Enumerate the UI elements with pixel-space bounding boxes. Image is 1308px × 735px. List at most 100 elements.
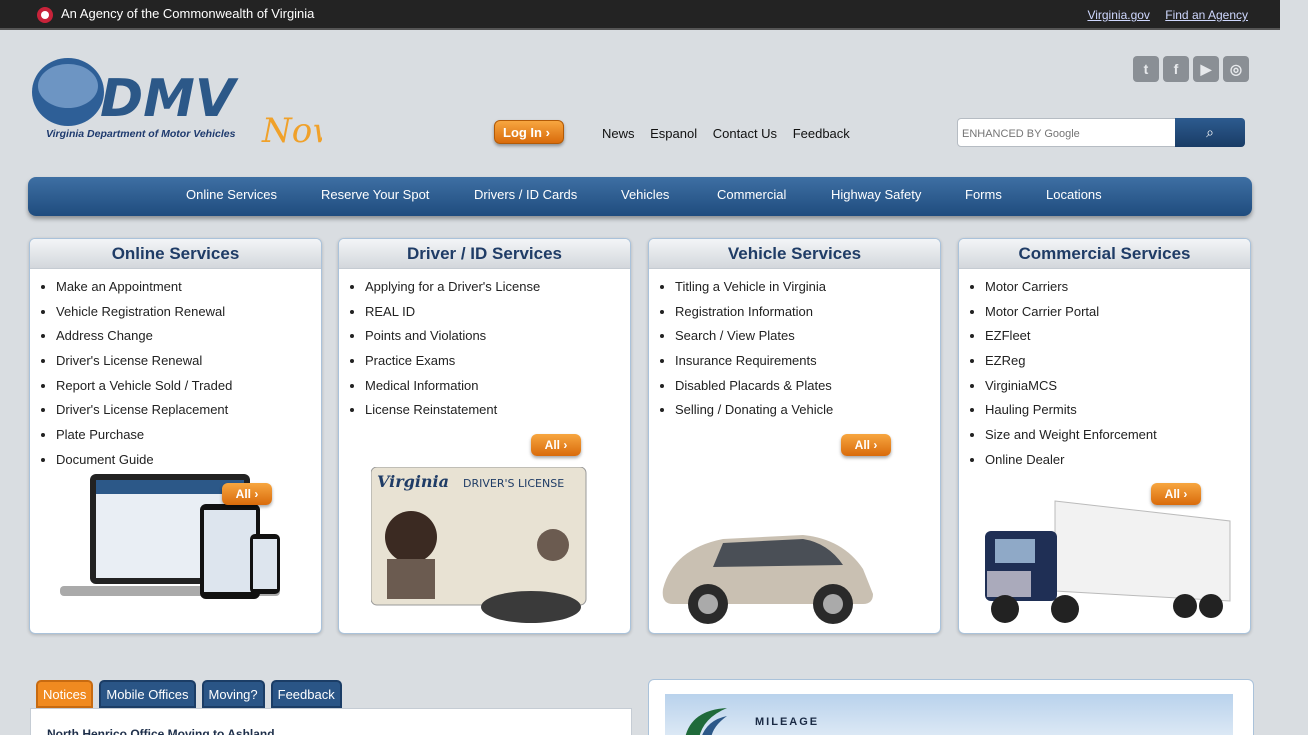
notice-title-link[interactable]: North Henrico Office Moving to Ashland [47, 727, 275, 735]
vehicle-services-panel: Vehicle Services Titling a Vehicle in Vi… [648, 238, 941, 634]
list-link[interactable]: VirginiaMCS [985, 378, 1057, 393]
espanol-link[interactable]: Espanol [650, 126, 701, 141]
list-link[interactable]: Driver's License Replacement [56, 402, 228, 417]
commercial-services-list: Motor Carriers Motor Carrier Portal EZFl… [985, 277, 1250, 475]
list-link[interactable]: Address Change [56, 328, 153, 343]
list-link[interactable]: License Reinstatement [365, 402, 497, 417]
list-link[interactable]: Points and Violations [365, 328, 486, 343]
nav-commercial[interactable]: Commercial [717, 187, 786, 202]
list-item: Make an Appointment [56, 277, 321, 302]
promo-banner[interactable]: MILEAGE [665, 694, 1233, 735]
top-right-links: Virginia.gov Find an Agency [1075, 8, 1248, 22]
promo-text: MILEAGE [755, 716, 820, 728]
online-services-all-button[interactable]: All › [222, 483, 272, 505]
vehicle-services-all-button[interactable]: All › [841, 434, 891, 456]
list-link[interactable]: Insurance Requirements [675, 353, 817, 368]
search-icon: ⌕ [1206, 124, 1214, 140]
list-link[interactable]: Titling a Vehicle in Virginia [675, 279, 826, 294]
driver-id-services-panel: Driver / ID Services Applying for a Driv… [338, 238, 631, 634]
search-input[interactable] [962, 124, 1172, 143]
agency-link[interactable]: An Agency of the Commonwealth of Virgini… [61, 6, 314, 21]
driver-id-all-button[interactable]: All › [531, 434, 581, 456]
list-link[interactable]: Vehicle Registration Renewal [56, 304, 225, 319]
panel-title[interactable]: Vehicle Services [649, 239, 940, 269]
list-item: Hauling Permits [985, 400, 1250, 425]
contact-us-link[interactable]: Contact Us [713, 126, 781, 141]
nav-forms[interactable]: Forms [965, 187, 1002, 202]
virginia-gov-link[interactable]: Virginia.gov [1087, 8, 1149, 22]
list-link[interactable]: EZFleet [985, 328, 1031, 343]
list-link[interactable]: EZReg [985, 353, 1025, 368]
list-item: Driver's License Renewal [56, 351, 321, 376]
list-link[interactable]: REAL ID [365, 304, 415, 319]
feedback-link[interactable]: Feedback [793, 126, 854, 141]
car-image [662, 535, 873, 624]
twitter-icon[interactable]: t [1133, 56, 1159, 82]
facebook-icon[interactable]: f [1163, 56, 1189, 82]
list-link[interactable]: Registration Information [675, 304, 813, 319]
tab-notices[interactable]: Notices [36, 680, 94, 708]
chevron-right-icon: › [545, 125, 550, 140]
driver-id-list: Applying for a Driver's License REAL ID … [365, 277, 630, 425]
list-item: REAL ID [365, 302, 630, 327]
list-item: Vehicle Registration Renewal [56, 302, 321, 327]
list-link[interactable]: Motor Carriers [985, 279, 1068, 294]
login-button[interactable]: Log In › [494, 120, 564, 144]
list-item: Plate Purchase [56, 425, 321, 450]
list-item: Size and Weight Enforcement [985, 425, 1250, 450]
all-label: All [544, 438, 560, 452]
list-link[interactable]: Make an Appointment [56, 279, 182, 294]
youtube-icon[interactable]: ▶ [1193, 56, 1219, 82]
list-link[interactable]: Driver's License Renewal [56, 353, 202, 368]
list-item: Registration Information [675, 302, 940, 327]
promo-panel: MILEAGE [648, 679, 1254, 735]
list-link[interactable]: Report a Vehicle Sold / Traded [56, 378, 232, 393]
search-button[interactable]: ⌕ [1175, 118, 1245, 147]
list-link[interactable]: Hauling Permits [985, 402, 1077, 417]
list-link[interactable]: Practice Exams [365, 353, 455, 368]
tab-moving[interactable]: Moving? [201, 680, 265, 708]
list-link[interactable]: Motor Carrier Portal [985, 304, 1099, 319]
list-link[interactable]: Plate Purchase [56, 427, 144, 442]
nav-drivers-id-cards[interactable]: Drivers / ID Cards [474, 187, 577, 202]
list-item: Insurance Requirements [675, 351, 940, 376]
all-label: All [235, 487, 251, 501]
truck-image [985, 500, 1231, 623]
mileage-choice-logo-icon [685, 708, 727, 735]
instagram-icon[interactable]: ◎ [1223, 56, 1249, 82]
list-item: Search / View Plates [675, 326, 940, 351]
list-link[interactable]: Size and Weight Enforcement [985, 427, 1157, 442]
svg-text:Now: Now [261, 111, 322, 148]
nav-locations[interactable]: Locations [1046, 187, 1102, 202]
main-nav: Online Services Reserve Your Spot Driver… [28, 177, 1252, 216]
nav-online-services[interactable]: Online Services [186, 187, 277, 202]
find-agency-link[interactable]: Find an Agency [1165, 8, 1248, 22]
tab-mobile-offices[interactable]: Mobile Offices [99, 680, 196, 708]
utility-nav: News Espanol Contact Us Feedback [602, 126, 862, 141]
list-link[interactable]: Online Dealer [985, 452, 1065, 467]
list-link[interactable]: Document Guide [56, 452, 154, 467]
list-item: License Reinstatement [365, 400, 630, 425]
list-link[interactable]: Search / View Plates [675, 328, 795, 343]
tab-feedback[interactable]: Feedback [270, 680, 342, 708]
list-item: Driver's License Replacement [56, 400, 321, 425]
list-item: Motor Carrier Portal [985, 302, 1250, 327]
list-link[interactable]: Disabled Placards & Plates [675, 378, 832, 393]
panel-title[interactable]: Online Services [30, 239, 321, 269]
list-item: Disabled Placards & Plates [675, 376, 940, 401]
logo-subtitle: Virginia Department of Motor Vehicles [46, 128, 236, 140]
panel-title[interactable]: Driver / ID Services [339, 239, 630, 269]
list-link[interactable]: Applying for a Driver's License [365, 279, 540, 294]
nav-highway-safety[interactable]: Highway Safety [831, 187, 921, 202]
list-link[interactable]: Medical Information [365, 378, 478, 393]
list-item: Report a Vehicle Sold / Traded [56, 376, 321, 401]
nav-reserve-your-spot[interactable]: Reserve Your Spot [321, 187, 429, 202]
list-item: Applying for a Driver's License [365, 277, 630, 302]
list-link[interactable]: Selling / Donating a Vehicle [675, 402, 833, 417]
list-item: EZReg [985, 351, 1250, 376]
nav-vehicles[interactable]: Vehicles [621, 187, 669, 202]
panel-title[interactable]: Commercial Services [959, 239, 1250, 269]
license-card-image: Virginia DRIVER'S LICENSE [371, 467, 587, 623]
news-link[interactable]: News [602, 126, 639, 141]
online-services-panel: Online Services Make an Appointment Vehi… [29, 238, 322, 634]
